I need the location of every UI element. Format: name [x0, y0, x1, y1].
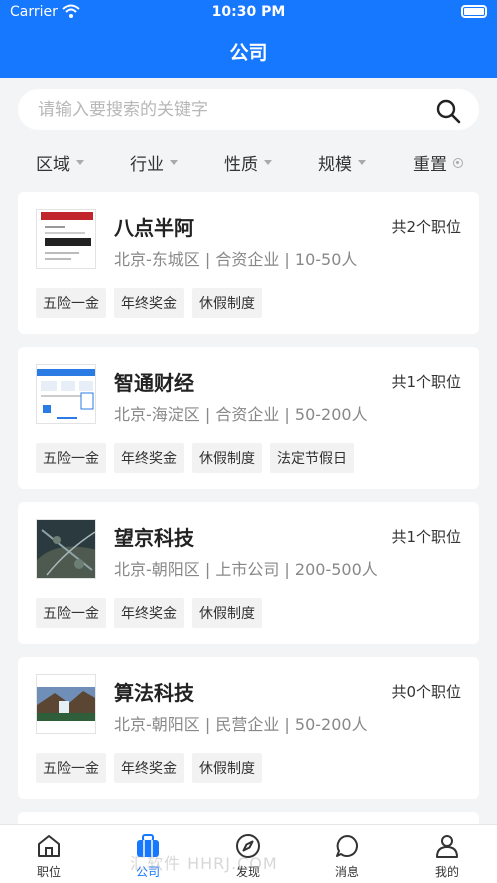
filter-bar: 区域 行业 性质 规模 重置: [0, 144, 497, 180]
benefit-tag: 年终奖金: [114, 753, 184, 783]
search-icon[interactable]: [435, 98, 461, 124]
watermark: 汇软件 HHRJ.COM: [130, 854, 278, 873]
benefit-tag: 年终奖金: [114, 288, 184, 318]
company-logo: [36, 674, 96, 734]
benefit-tags: 五险一金 年终奖金 休假制度: [36, 288, 262, 318]
tab-messages[interactable]: 消息: [317, 833, 377, 880]
caret-down-icon: [76, 160, 84, 165]
tab-label: 消息: [334, 865, 359, 879]
company-name: 算法科技: [114, 681, 194, 705]
job-count: 共2个职位: [391, 218, 461, 236]
filter-nature[interactable]: 性质: [224, 150, 272, 175]
company-info: 北京-东城区 | 合资企业 | 10-50人: [114, 250, 358, 269]
user-icon: [436, 835, 458, 858]
company-name: 望京科技: [114, 526, 194, 550]
search-input[interactable]: [38, 89, 428, 130]
company-info: 北京-朝阳区 | 民营企业 | 50-200人: [114, 715, 368, 734]
tab-profile[interactable]: 我的: [417, 833, 477, 880]
company-logo: [36, 519, 96, 579]
filter-reset[interactable]: 重置: [413, 150, 463, 175]
job-count: 共1个职位: [391, 528, 461, 546]
filter-region[interactable]: 区域: [36, 150, 84, 175]
benefit-tag: 休假制度: [192, 753, 262, 783]
company-name: 八点半阿: [114, 216, 194, 240]
benefit-tags: 五险一金 年终奖金 休假制度 法定节假日: [36, 443, 354, 473]
tab-label: 职位: [36, 865, 61, 879]
company-card-partial[interactable]: [18, 812, 479, 824]
battery-icon: [461, 5, 487, 18]
benefit-tag: 法定节假日: [270, 443, 354, 473]
company-card[interactable]: 八点半阿 共2个职位 北京-东城区 | 合资企业 | 10-50人 五险一金 年…: [18, 192, 479, 334]
search-bar[interactable]: [18, 89, 479, 130]
benefit-tag: 休假制度: [192, 443, 262, 473]
benefit-tags: 五险一金 年终奖金 休假制度: [36, 598, 262, 628]
company-info: 北京-海淀区 | 合资企业 | 50-200人: [114, 405, 368, 424]
caret-down-icon: [170, 160, 178, 165]
filter-industry[interactable]: 行业: [130, 150, 178, 175]
filter-label: 性质: [224, 155, 258, 175]
benefit-tag: 五险一金: [36, 288, 106, 318]
tab-label: 我的: [434, 865, 459, 879]
job-count: 共0个职位: [391, 683, 461, 701]
company-logo: [36, 364, 96, 424]
company-info: 北京-朝阳区 | 上市公司 | 200-500人: [114, 560, 378, 579]
job-count: 共1个职位: [391, 373, 461, 391]
home-icon: [38, 835, 60, 857]
caret-down-icon: [358, 160, 366, 165]
reset-icon: [453, 157, 463, 168]
company-card[interactable]: 望京科技 共1个职位 北京-朝阳区 | 上市公司 | 200-500人 五险一金…: [18, 502, 479, 644]
filter-label: 区域: [36, 155, 70, 175]
benefit-tag: 年终奖金: [114, 598, 184, 628]
company-name: 智通财经: [114, 371, 194, 395]
company-card[interactable]: 智通财经 共1个职位 北京-海淀区 | 合资企业 | 50-200人 五险一金 …: [18, 347, 479, 489]
filter-label: 重置: [413, 155, 447, 175]
chat-icon: [336, 835, 358, 857]
status-bar: Carrier 10:30 PM: [0, 0, 497, 26]
caret-down-icon: [264, 160, 272, 165]
benefit-tag: 休假制度: [192, 598, 262, 628]
filter-scale[interactable]: 规模: [318, 150, 366, 175]
tab-jobs[interactable]: 职位: [19, 833, 79, 880]
app-header: Carrier 10:30 PM 公司: [0, 0, 497, 78]
page-title: 公司: [229, 42, 268, 64]
benefit-tag: 年终奖金: [114, 443, 184, 473]
benefit-tag: 五险一金: [36, 443, 106, 473]
status-time: 10:30 PM: [211, 4, 286, 20]
company-card[interactable]: 算法科技 共0个职位 北京-朝阳区 | 民营企业 | 50-200人 五险一金 …: [18, 657, 479, 799]
benefit-tag: 五险一金: [36, 598, 106, 628]
filter-label: 行业: [130, 155, 164, 175]
company-logo: [36, 209, 96, 269]
benefit-tag: 休假制度: [192, 288, 262, 318]
benefit-tags: 五险一金 年终奖金 休假制度: [36, 753, 262, 783]
filter-label: 规模: [318, 155, 352, 175]
benefit-tag: 五险一金: [36, 753, 106, 783]
